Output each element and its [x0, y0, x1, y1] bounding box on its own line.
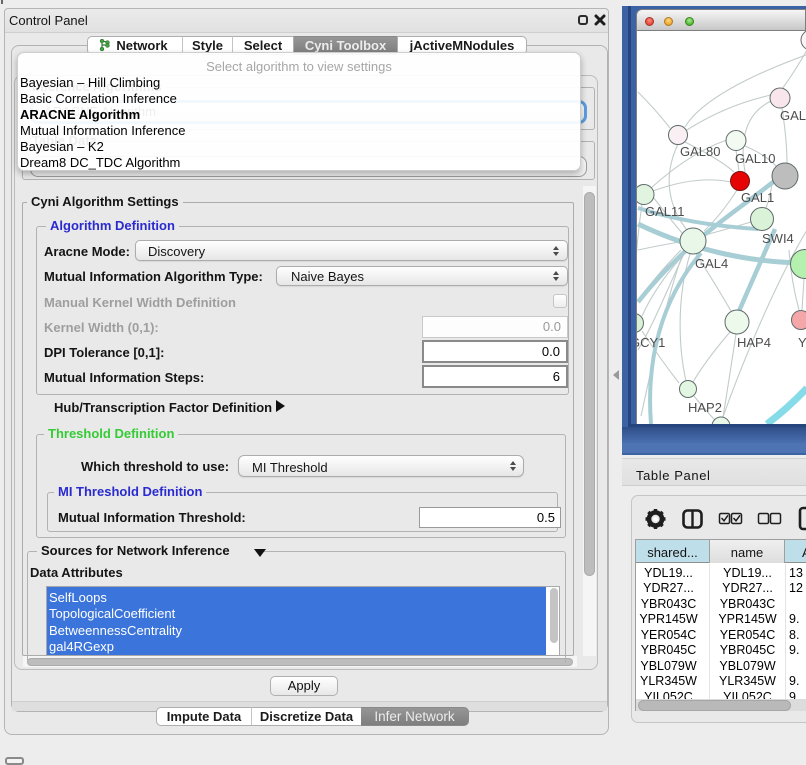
svg-text:GAL80: GAL80	[680, 144, 720, 159]
svg-text:HAP4: HAP4	[737, 335, 771, 350]
svg-text:GAL4: GAL4	[695, 256, 728, 271]
svg-text:GAL11: GAL11	[645, 204, 685, 219]
svg-text:HAP2: HAP2	[688, 400, 722, 415]
svg-text:GAL7: GAL7	[780, 108, 806, 123]
svg-text:GCY1: GCY1	[637, 335, 665, 350]
svg-text:YK: YK	[798, 335, 806, 350]
svg-text:SWI4: SWI4	[762, 231, 794, 246]
svg-text:GAL10: GAL10	[735, 151, 775, 166]
svg-text:GAL1: GAL1	[741, 190, 774, 205]
